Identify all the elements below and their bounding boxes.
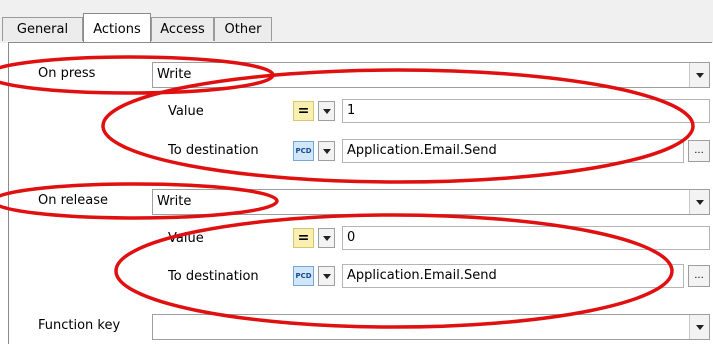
pcd-icon[interactable]: PCD (293, 266, 314, 286)
tab-general[interactable]: General (2, 17, 83, 41)
operator-chevron-down-icon[interactable] (318, 101, 335, 121)
on-release-action-select[interactable]: Write (152, 189, 710, 215)
on-release-value-input[interactable]: 0 (342, 226, 710, 250)
chevron-down-icon[interactable] (689, 190, 709, 214)
on-press-destination-input[interactable]: Application.Email.Send (342, 139, 684, 163)
operator-chevron-down-icon[interactable] (318, 228, 335, 248)
equals-operator-icon[interactable]: = (293, 228, 314, 248)
on-press-value-label: Value (168, 104, 204, 119)
tab-other[interactable]: Other (214, 17, 272, 41)
destination-type-chevron-down-icon[interactable] (318, 141, 335, 161)
function-key-label: Function key (38, 318, 121, 333)
on-release-action-value: Write (157, 194, 192, 209)
function-key-select[interactable] (152, 314, 710, 340)
destination-type-chevron-down-icon[interactable] (318, 266, 335, 286)
on-press-destination-label: To destination (168, 143, 259, 158)
equals-operator-icon[interactable]: = (293, 101, 314, 121)
tab-actions[interactable]: Actions (83, 13, 151, 43)
on-release-value-text: 0 (347, 230, 356, 245)
on-press-label: On press (38, 66, 96, 81)
on-press-browse-button[interactable]: ... (688, 140, 710, 162)
chevron-down-icon[interactable] (689, 63, 709, 87)
on-press-value-input[interactable]: 1 (342, 99, 710, 123)
on-press-action-select[interactable]: Write (152, 62, 710, 88)
on-press-action-value: Write (157, 67, 192, 82)
chevron-down-icon[interactable] (689, 315, 709, 339)
on-release-browse-button[interactable]: ... (688, 265, 710, 287)
tab-strip: General Actions Access Other (0, 0, 713, 43)
on-release-destination-input[interactable]: Application.Email.Send (342, 264, 684, 288)
on-release-destination-text: Application.Email.Send (347, 268, 497, 283)
on-release-destination-label: To destination (168, 269, 259, 284)
on-press-value-text: 1 (347, 103, 356, 118)
on-press-destination-text: Application.Email.Send (347, 143, 497, 158)
tab-access[interactable]: Access (151, 17, 214, 41)
on-release-label: On release (38, 193, 109, 208)
pcd-icon[interactable]: PCD (293, 141, 314, 161)
on-release-value-label: Value (168, 231, 204, 246)
